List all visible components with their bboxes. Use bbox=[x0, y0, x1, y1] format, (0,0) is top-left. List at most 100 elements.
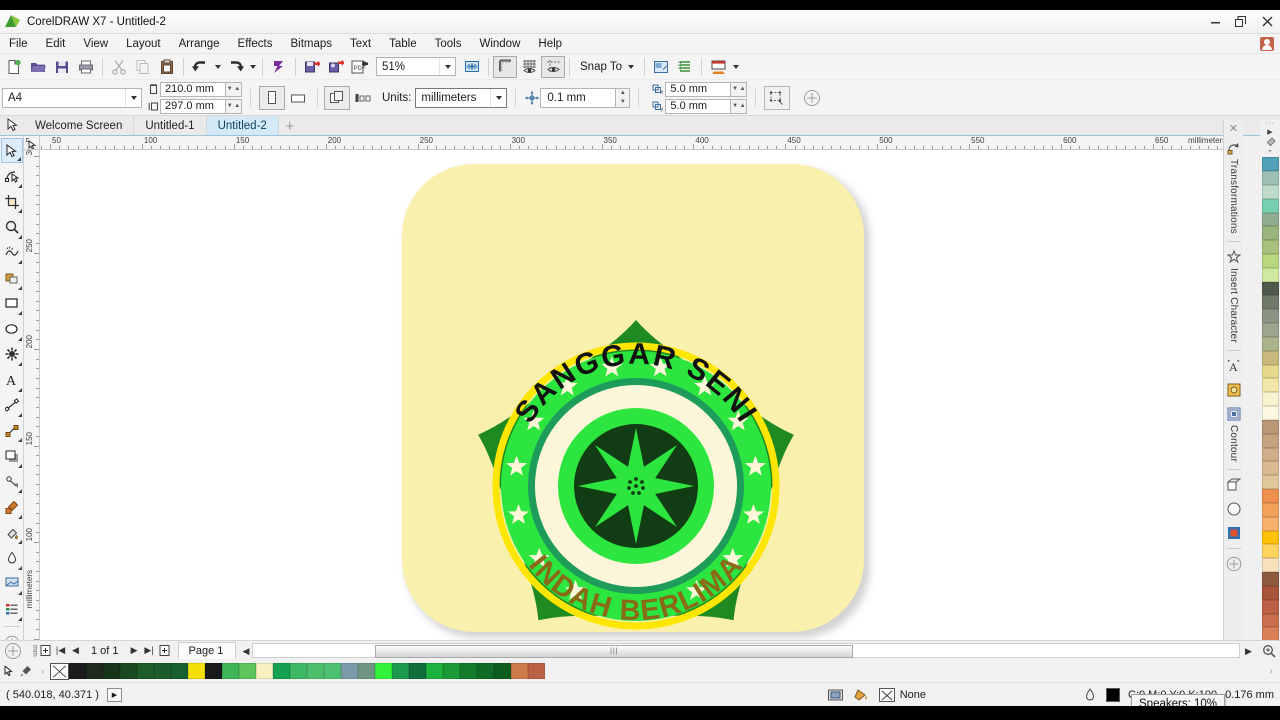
restore-button[interactable] bbox=[1228, 10, 1254, 34]
palette-swatch[interactable] bbox=[154, 663, 171, 679]
palette-swatch[interactable] bbox=[1261, 267, 1279, 282]
snapshot-icon[interactable] bbox=[827, 687, 845, 703]
palette-swatch[interactable] bbox=[426, 663, 443, 679]
palette-grip[interactable]: ··· bbox=[1261, 120, 1279, 128]
page-height-up[interactable]: ▲ bbox=[234, 100, 242, 113]
tool-ellipse[interactable] bbox=[1, 316, 23, 341]
vertical-color-palette[interactable]: ··· ▶ ⌃ ⌄» bbox=[1260, 120, 1280, 660]
print-button[interactable] bbox=[74, 56, 98, 78]
palette-swatch[interactable] bbox=[205, 663, 222, 679]
object-manager-button[interactable] bbox=[673, 56, 697, 78]
duplicate-x-down[interactable]: ▼ bbox=[731, 83, 739, 96]
previous-page-button[interactable]: ◀ bbox=[68, 643, 83, 659]
tool-crop[interactable] bbox=[1, 189, 23, 214]
palette-swatch[interactable] bbox=[1261, 433, 1279, 448]
duplicate-x-spinner[interactable]: ▼ ▲ bbox=[731, 81, 748, 97]
palette-swatch[interactable] bbox=[1261, 392, 1279, 407]
palette-scroll-up[interactable]: ⌃ bbox=[1261, 148, 1279, 157]
nudge-down[interactable]: ▼ bbox=[616, 98, 629, 107]
tool-freehand[interactable] bbox=[1, 240, 23, 265]
menu-file[interactable]: File bbox=[0, 36, 37, 52]
vertical-ruler[interactable]: 300 250 200 150 100 millimeters bbox=[24, 150, 40, 640]
menu-bitmaps[interactable]: Bitmaps bbox=[281, 36, 341, 52]
palette-swatch[interactable] bbox=[188, 663, 205, 679]
snap-to-objects-button[interactable] bbox=[764, 85, 791, 110]
tab-welcome-screen[interactable]: Welcome Screen bbox=[24, 116, 135, 135]
menu-help[interactable]: Help bbox=[529, 36, 571, 52]
docker-tab-color-proof[interactable] bbox=[1224, 521, 1244, 545]
export-button[interactable] bbox=[324, 56, 348, 78]
palette-swatch[interactable] bbox=[494, 663, 511, 679]
ruler-origin-button[interactable] bbox=[24, 136, 40, 150]
add-page-start-button[interactable] bbox=[38, 643, 53, 659]
menu-edit[interactable]: Edit bbox=[37, 36, 75, 52]
page-height-spinner[interactable]: ▼ ▲ bbox=[226, 98, 242, 114]
property-options-button[interactable] bbox=[798, 86, 826, 110]
open-document-button[interactable] bbox=[26, 56, 50, 78]
redo-dropdown[interactable] bbox=[247, 56, 258, 78]
palette-swatch[interactable] bbox=[1261, 613, 1279, 628]
palette-swatch[interactable] bbox=[1261, 240, 1279, 254]
palette-swatch[interactable] bbox=[239, 663, 256, 679]
tool-interactive-fill[interactable] bbox=[1, 520, 23, 545]
tool-polygon[interactable] bbox=[1, 342, 23, 367]
portrait-button[interactable] bbox=[259, 85, 285, 110]
palette-swatch[interactable] bbox=[1261, 419, 1279, 434]
palette-swatch[interactable] bbox=[1261, 212, 1279, 227]
page-height-input[interactable]: 297.0 mm bbox=[160, 98, 226, 114]
save-button[interactable] bbox=[50, 56, 74, 78]
drawing-canvas[interactable]: SANGGAR SENI INDAH BERLIMA ▲ ▼ bbox=[40, 150, 1243, 640]
palette-swatch[interactable] bbox=[307, 663, 324, 679]
palette-swatch[interactable] bbox=[1261, 184, 1279, 199]
snap-to-button[interactable]: Snap To bbox=[574, 59, 640, 75]
tool-object-properties[interactable] bbox=[1, 596, 23, 621]
palette-swatch[interactable] bbox=[103, 663, 120, 679]
tool-text[interactable]: A bbox=[1, 367, 23, 392]
tool-drop-shadow[interactable] bbox=[1, 443, 23, 468]
palette-swatch[interactable] bbox=[443, 663, 460, 679]
palette-swatch[interactable] bbox=[1261, 281, 1279, 296]
minimize-button[interactable] bbox=[1202, 10, 1228, 34]
palette-swatch[interactable] bbox=[86, 663, 103, 679]
palette-swatch[interactable] bbox=[1261, 585, 1279, 600]
palette-swatch[interactable] bbox=[375, 663, 392, 679]
palette-swatch[interactable] bbox=[1261, 350, 1279, 365]
tab-untitled-2[interactable]: Untitled-2 bbox=[206, 116, 279, 135]
hscroll-track[interactable]: ||| bbox=[252, 643, 1240, 658]
search-content-button[interactable] bbox=[267, 56, 291, 78]
palette-swatch[interactable] bbox=[1261, 475, 1279, 490]
last-page-button[interactable]: ▶| bbox=[142, 643, 157, 659]
palette-swatch[interactable] bbox=[1261, 378, 1279, 393]
docker-tab-bevel[interactable] bbox=[1224, 473, 1244, 497]
application-launcher-dropdown[interactable] bbox=[730, 56, 741, 78]
nudge-up[interactable]: ▲ bbox=[616, 89, 629, 98]
copy-button[interactable] bbox=[131, 56, 155, 78]
duplicate-x-up[interactable]: ▲ bbox=[739, 83, 747, 96]
duplicate-y-down[interactable]: ▼ bbox=[731, 100, 739, 113]
zoom-level-combo[interactable]: 51% bbox=[376, 57, 456, 76]
horizontal-scrollbar[interactable]: ◀ ||| ▶ bbox=[238, 643, 1256, 658]
palette-swatch[interactable] bbox=[1261, 295, 1279, 310]
palette-swatch[interactable] bbox=[460, 663, 477, 679]
tool-straight-line-connector[interactable] bbox=[1, 418, 23, 443]
outline-color-swatch[interactable] bbox=[1106, 687, 1120, 702]
palette-swatch[interactable] bbox=[69, 663, 86, 679]
menu-tools[interactable]: Tools bbox=[426, 36, 471, 52]
new-tab-button[interactable]: + bbox=[279, 118, 301, 135]
menu-effects[interactable]: Effects bbox=[229, 36, 282, 52]
docker-tab-insert-character[interactable]: Insert Character bbox=[1224, 245, 1244, 347]
palette-swatch[interactable] bbox=[1261, 226, 1279, 241]
palette-swatch[interactable] bbox=[273, 663, 290, 679]
palette-swatch[interactable] bbox=[358, 663, 375, 679]
palette-swatch[interactable] bbox=[171, 663, 188, 679]
tab-untitled-1[interactable]: Untitled-1 bbox=[134, 116, 207, 135]
tool-fill[interactable] bbox=[1, 571, 23, 596]
palette-swatch[interactable] bbox=[1261, 516, 1279, 531]
page-tab-page1[interactable]: Page 1 bbox=[177, 642, 237, 659]
units-dropdown-arrow[interactable] bbox=[490, 89, 506, 106]
page-options-icon[interactable] bbox=[0, 642, 26, 660]
add-page-end-button[interactable] bbox=[157, 643, 172, 659]
menu-table[interactable]: Table bbox=[380, 36, 426, 52]
docker-options-button[interactable] bbox=[1224, 552, 1244, 576]
next-page-button[interactable]: ▶ bbox=[127, 643, 142, 659]
